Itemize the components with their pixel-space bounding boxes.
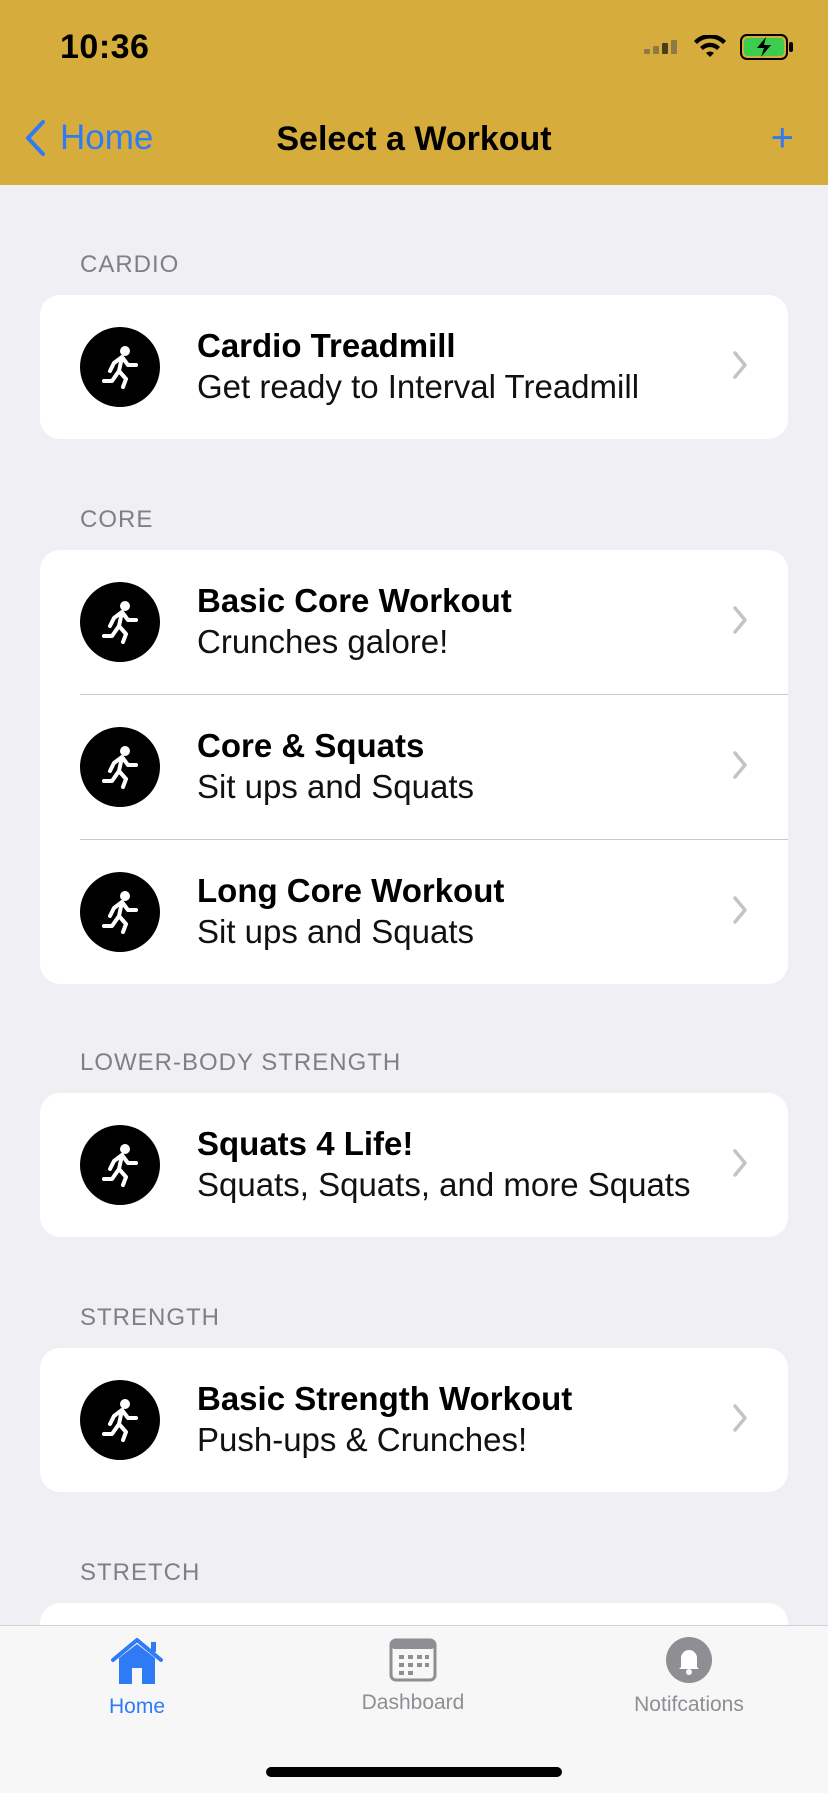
section-card-lower-body-strength: Squats 4 Life! Squats, Squats, and more … bbox=[40, 1093, 788, 1237]
workout-subtitle: Sit ups and Squats bbox=[197, 913, 475, 950]
workout-title: Cardio Treadmill bbox=[197, 327, 456, 364]
section-card-strength: Basic Strength Workout Push-ups & Crunch… bbox=[40, 1348, 788, 1492]
workout-row-core-squats[interactable]: Core & Squats Sit ups and Squats bbox=[40, 695, 788, 839]
tab-label: Dashboard bbox=[361, 1691, 465, 1714]
section-card-stretch bbox=[40, 1603, 788, 1625]
workout-row-basic-core[interactable]: Basic Core Workout Crunches galore! bbox=[40, 550, 788, 694]
chevron-right-icon bbox=[733, 751, 747, 779]
running-person-icon bbox=[80, 582, 160, 662]
section-header-strength: STRENGTH bbox=[80, 1304, 220, 1331]
page-title: Select a Workout bbox=[276, 120, 552, 158]
tab-home[interactable]: Home bbox=[37, 1636, 237, 1719]
chevron-right-icon bbox=[733, 896, 747, 924]
status-time: 10:36 bbox=[60, 28, 150, 66]
house-icon bbox=[111, 1638, 163, 1684]
section-header-cardio: CARDIO bbox=[80, 251, 180, 278]
running-person-icon bbox=[80, 872, 160, 952]
workout-title: Core & Squats bbox=[197, 727, 425, 764]
workout-subtitle: Get ready to Interval Treadmill bbox=[197, 368, 640, 405]
tab-dashboard[interactable]: Dashboard bbox=[313, 1636, 513, 1715]
add-button[interactable]: + bbox=[771, 118, 794, 158]
tab-notifications[interactable]: Notifcations bbox=[589, 1636, 789, 1717]
workout-row-squats-4-life[interactable]: Squats 4 Life! Squats, Squats, and more … bbox=[40, 1093, 788, 1237]
workout-row-basic-strength[interactable]: Basic Strength Workout Push-ups & Crunch… bbox=[40, 1348, 788, 1492]
section-header-stretch: STRETCH bbox=[80, 1559, 201, 1586]
workout-subtitle: Crunches galore! bbox=[197, 623, 449, 660]
workout-row-long-core[interactable]: Long Core Workout Sit ups and Squats bbox=[40, 840, 788, 984]
workout-list[interactable]: CARDIO Cardio Treadmill Get ready to Int… bbox=[0, 185, 828, 1625]
workout-title: Basic Strength Workout bbox=[197, 1380, 573, 1417]
workout-subtitle: Push-ups & Crunches! bbox=[197, 1421, 528, 1458]
workout-title: Squats 4 Life! bbox=[197, 1125, 414, 1162]
chevron-right-icon bbox=[733, 1404, 747, 1432]
tab-label: Home bbox=[108, 1695, 166, 1718]
tab-label: Notifcations bbox=[634, 1693, 744, 1716]
section-header-core: CORE bbox=[80, 506, 154, 533]
cellular-signal-icon bbox=[644, 40, 677, 54]
running-person-icon bbox=[80, 327, 160, 407]
chevron-right-icon bbox=[733, 606, 747, 634]
workout-row-cardio-treadmill[interactable]: Cardio Treadmill Get ready to Interval T… bbox=[40, 295, 788, 439]
workout-title: Basic Core Workout bbox=[197, 582, 512, 619]
section-card-cardio: Cardio Treadmill Get ready to Interval T… bbox=[40, 295, 788, 439]
navigation-header: 10:36 Home Select a Workout + bbox=[0, 0, 828, 185]
chevron-right-icon bbox=[733, 351, 747, 379]
workout-subtitle: Sit ups and Squats bbox=[197, 768, 475, 805]
calendar-icon bbox=[389, 1638, 437, 1682]
workout-subtitle: Squats, Squats, and more Squats bbox=[197, 1166, 691, 1203]
wifi-icon bbox=[694, 35, 726, 57]
running-person-icon bbox=[80, 1380, 160, 1460]
bell-icon bbox=[666, 1637, 712, 1683]
status-icons bbox=[644, 34, 794, 60]
workout-title: Long Core Workout bbox=[197, 872, 505, 909]
battery-charging-icon bbox=[740, 34, 793, 60]
section-card-core: Basic Core Workout Crunches galore! Core… bbox=[40, 550, 788, 984]
home-indicator bbox=[266, 1767, 562, 1777]
section-header-lower-body-strength: LOWER-BODY STRENGTH bbox=[80, 1049, 402, 1076]
running-person-icon bbox=[80, 727, 160, 807]
chevron-right-icon bbox=[733, 1149, 747, 1177]
running-person-icon bbox=[80, 1125, 160, 1205]
